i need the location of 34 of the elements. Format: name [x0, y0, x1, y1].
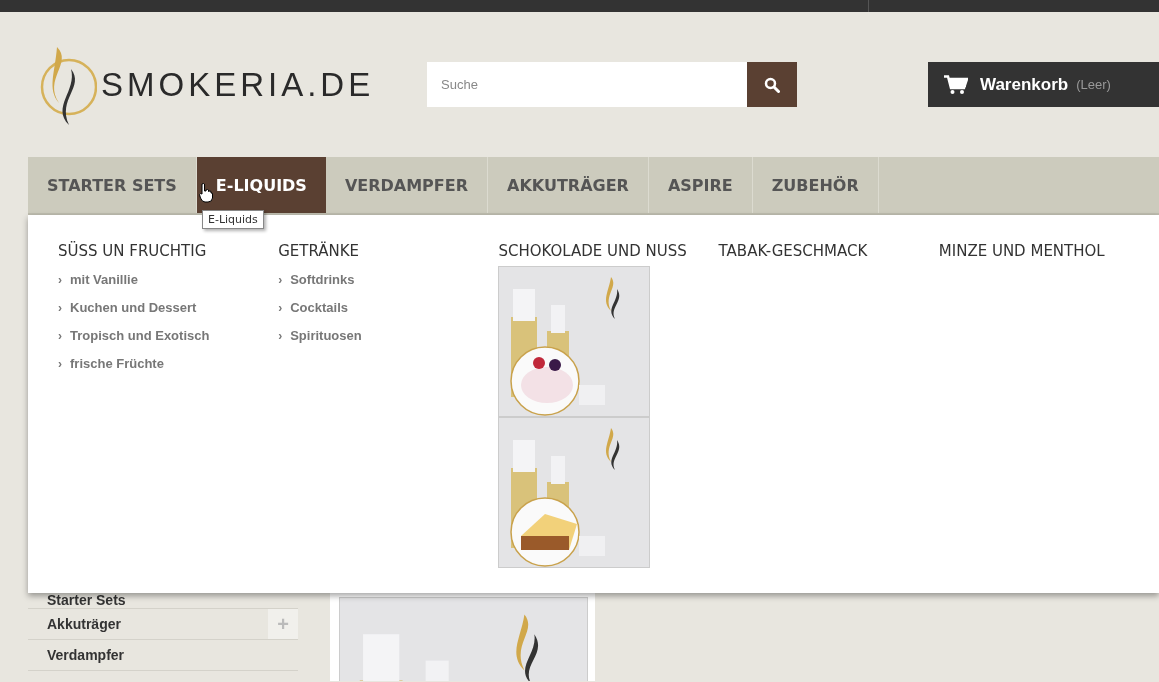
sidebar-link[interactable]: Starter Sets	[47, 592, 126, 608]
subcategory-link[interactable]: › Tropisch und Exotisch	[58, 322, 279, 350]
category-heading[interactable]: SCHOKOLADE UND NUSS	[498, 242, 719, 260]
nav-tab[interactable]: VERDAMPFER	[325, 157, 488, 213]
cart-button[interactable]: Warenkorb (Leer)	[928, 62, 1159, 107]
cart-label: Warenkorb	[980, 74, 1069, 95]
chevron-icon: ›	[278, 300, 283, 315]
cart-status: (Leer)	[1076, 77, 1111, 92]
nav-tab[interactable]: STARTER SETS	[28, 157, 197, 213]
search-field[interactable]: Suche	[427, 62, 747, 107]
logo-text[interactable]: SMOKERIA.DE	[101, 65, 375, 104]
tooltip: E-Liquids	[202, 210, 264, 229]
nav-tab[interactable]: ZUBEHÖR	[752, 157, 879, 213]
chevron-icon: ›	[58, 300, 62, 315]
chevron-icon: ›	[58, 356, 62, 371]
chevron-icon: ›	[278, 328, 283, 343]
sidebar-link[interactable]: Verdampfer	[47, 647, 125, 663]
category-heading[interactable]: GETRÄNKE	[278, 242, 499, 260]
subcategory-link[interactable]: › Cocktails	[278, 294, 499, 322]
subcategory-link[interactable]: › Softdrinks	[278, 266, 499, 294]
nav-tab[interactable]: AKKUTRÄGER	[488, 157, 649, 213]
subcategory-link[interactable]: › Kuchen und Dessert	[58, 294, 279, 322]
subcategory-link[interactable]: › Spirituosen	[278, 322, 499, 350]
chevron-icon: ›	[58, 272, 62, 287]
chevron-icon: ›	[58, 328, 62, 343]
subcategory-link[interactable]: › frische Früchte	[58, 350, 279, 378]
nav-tab[interactable]: ASPIRE	[648, 157, 753, 213]
category-heading[interactable]: MINZE UND MENTHOL	[938, 242, 1159, 260]
sidebar-link[interactable]: Akkuträger	[47, 616, 121, 632]
category-heading[interactable]: TABAK-GESCHMACK	[718, 242, 939, 260]
chevron-icon: ›	[278, 272, 283, 287]
subcategory-link[interactable]: › mit Vanillie	[58, 266, 279, 294]
nav-tab[interactable]: E-LIQUIDS	[196, 157, 326, 213]
category-heading[interactable]: SÜSS UN FRUCHTIG	[58, 242, 279, 260]
